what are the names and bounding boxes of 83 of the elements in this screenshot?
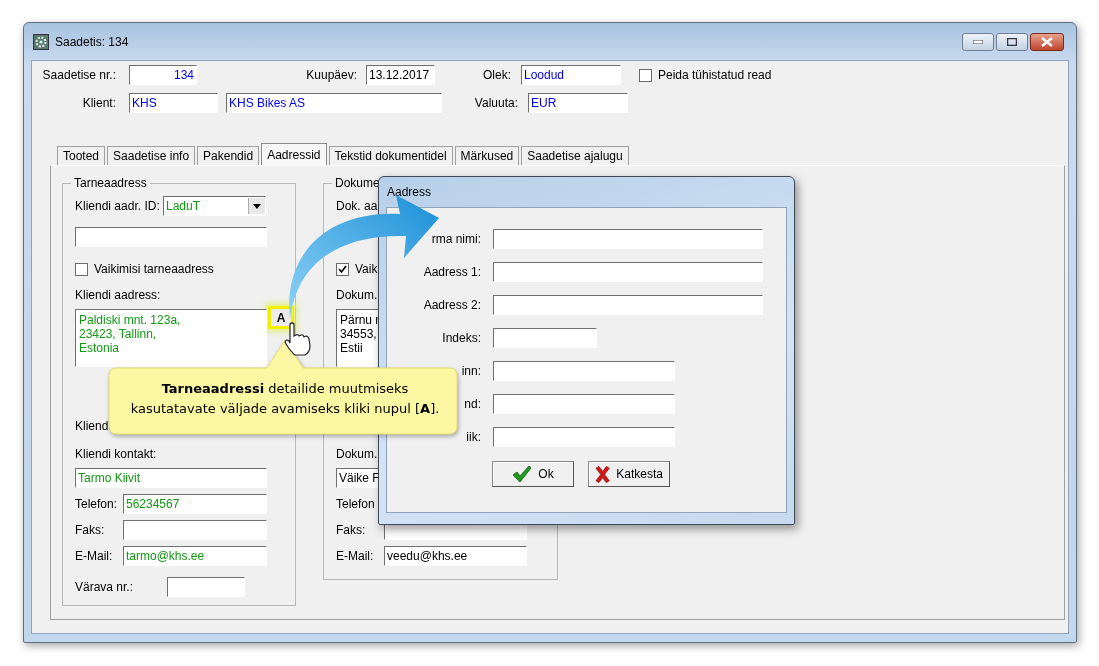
field-label: Dokum. bbox=[336, 447, 378, 461]
tab[interactable]: Saadetise info bbox=[107, 146, 196, 165]
maximize-button[interactable] bbox=[996, 32, 1028, 51]
field-label: Telefon: bbox=[75, 497, 119, 511]
email-field[interactable]: veedu@khs.ee bbox=[384, 546, 527, 566]
input-field[interactable] bbox=[493, 262, 763, 282]
dropdown-arrow-icon bbox=[253, 203, 261, 209]
status-field[interactable]: Loodud bbox=[521, 65, 621, 85]
checkbox-label: Vaik bbox=[355, 262, 378, 276]
field-label: Telefon bbox=[336, 497, 375, 511]
field-label: Kliendi aadress: bbox=[75, 288, 161, 302]
phone-field[interactable]: 56234567 bbox=[123, 494, 267, 514]
minimize-icon bbox=[973, 39, 983, 44]
field-label: Aadress 1: bbox=[423, 265, 481, 279]
checkbox[interactable] bbox=[639, 68, 652, 82]
currency-field[interactable]: EUR bbox=[528, 93, 628, 113]
fax-field[interactable] bbox=[123, 520, 267, 540]
address-id-dropdown[interactable]: LaduT bbox=[163, 196, 266, 216]
checkbox-label: Vaikimisi tarneaadress bbox=[94, 262, 214, 276]
group-title: Tarneaadress bbox=[71, 176, 150, 190]
input-field[interactable] bbox=[493, 229, 763, 249]
input-field[interactable] bbox=[493, 427, 675, 447]
field-label: Kliendi aadr. ID: bbox=[75, 199, 161, 213]
field-label: Klient: bbox=[81, 96, 116, 110]
field-label: iik: bbox=[466, 430, 481, 444]
cancel-button[interactable]: Katkesta bbox=[588, 461, 670, 487]
field-label: Faks: bbox=[75, 523, 106, 537]
field-label: Indeks: bbox=[442, 331, 481, 345]
field-label: Faks: bbox=[336, 523, 367, 537]
checkbox-label: Peida tühistatud read bbox=[658, 68, 772, 82]
tab[interactable]: Pakendid bbox=[197, 146, 260, 165]
number-field[interactable]: 134 bbox=[129, 65, 197, 85]
field-label: Värava nr.: bbox=[75, 580, 135, 594]
address-line: 23423, Tallinn, bbox=[79, 327, 158, 341]
field-label: Dokum. bbox=[336, 288, 378, 302]
field-label: inn: bbox=[461, 364, 481, 378]
client-code-field[interactable]: KHS bbox=[129, 93, 218, 113]
field-label: Aadress 2: bbox=[423, 298, 481, 312]
tab[interactable]: Aadressid bbox=[261, 143, 327, 165]
address-line: Paldiski mnt. 123a, bbox=[79, 313, 182, 327]
field-label: Dok. aa bbox=[336, 199, 378, 213]
field-label: Kuupäev: bbox=[305, 68, 357, 82]
client-name-field[interactable]: KHS Bikes AS bbox=[226, 93, 442, 113]
input-field[interactable] bbox=[75, 227, 267, 247]
checkbox[interactable] bbox=[336, 262, 349, 276]
date-field[interactable]: 13.12.2017 bbox=[366, 65, 435, 85]
field-label: E-Mail: bbox=[336, 549, 375, 563]
gate-field[interactable] bbox=[167, 577, 245, 597]
field-label: E-Mail: bbox=[75, 549, 114, 563]
dialog-title: Aadress bbox=[387, 185, 432, 199]
field-label: Saadetise nr.: bbox=[41, 68, 116, 82]
address-line: Estii bbox=[340, 341, 364, 355]
checkmark-icon bbox=[512, 465, 533, 483]
field-label: nd: bbox=[464, 397, 481, 411]
contact-field[interactable]: Tarmo Kiivit bbox=[75, 467, 267, 488]
address-text-area[interactable]: Paldiski mnt. 123a, 23423, Tallinn, Estonia bbox=[75, 309, 267, 367]
cross-icon bbox=[595, 465, 611, 483]
field-label: Valuuta: bbox=[473, 96, 518, 110]
tab[interactable]: Märkused bbox=[454, 146, 520, 165]
tab[interactable]: Tekstid dokumentidel bbox=[328, 146, 453, 165]
gear-icon bbox=[33, 33, 49, 50]
tab[interactable]: Saadetise ajalugu bbox=[521, 146, 629, 165]
window-title: Saadetis: 134 bbox=[55, 34, 129, 49]
checkbox[interactable] bbox=[75, 262, 88, 276]
input-field[interactable] bbox=[493, 361, 675, 381]
tab[interactable]: Tooted bbox=[57, 146, 106, 165]
field-label: Olek: bbox=[482, 68, 511, 82]
input-field[interactable] bbox=[493, 328, 597, 348]
ok-button[interactable]: Ok bbox=[492, 461, 574, 487]
address-line: 34553, bbox=[340, 327, 377, 341]
field-label: rma nimi: bbox=[431, 232, 481, 246]
callout-text: Tarneaadressi detailide muutmiseks kasutatavate väljade avamiseks kliki nupul [A]. bbox=[129, 380, 441, 418]
field-label: Kliendi bbox=[75, 419, 112, 433]
hand-cursor-icon bbox=[283, 322, 313, 356]
input-field[interactable] bbox=[493, 394, 675, 414]
close-icon bbox=[1041, 36, 1053, 47]
address-line: Estonia bbox=[79, 341, 121, 355]
maximize-icon bbox=[1007, 37, 1017, 46]
close-button[interactable] bbox=[1030, 32, 1064, 51]
email-field[interactable]: tarmo@khs.ee bbox=[123, 546, 267, 566]
minimize-button[interactable] bbox=[962, 32, 994, 51]
field-label: Kliendi kontakt: bbox=[75, 447, 157, 461]
input-field[interactable] bbox=[493, 295, 763, 315]
